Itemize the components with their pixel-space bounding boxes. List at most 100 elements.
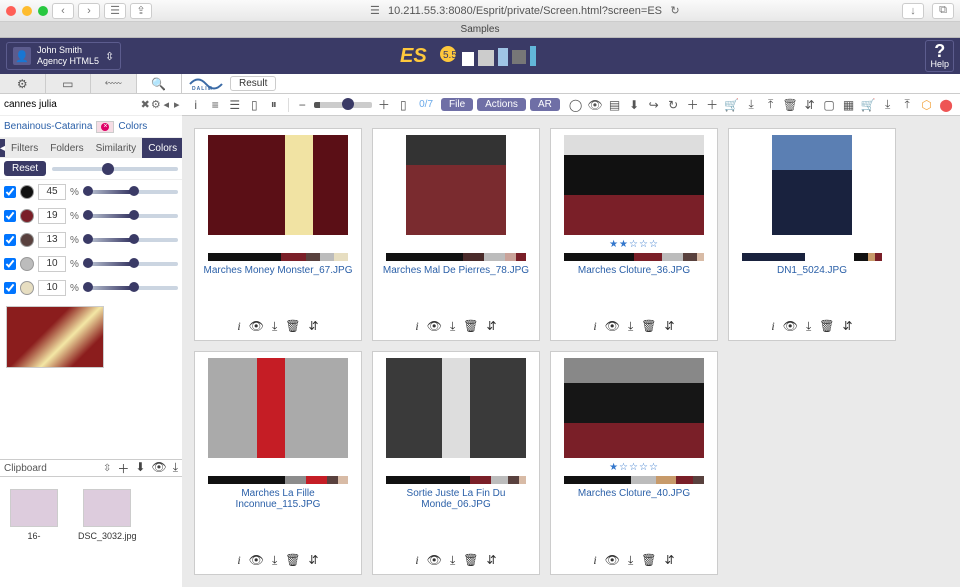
result-card[interactable]: ★★☆☆☆Marches Cloture_36.JPGi👁⤓🗑⇵ (550, 128, 718, 341)
view-icon[interactable]: 👁 (249, 553, 264, 568)
card-thumbnail[interactable] (386, 358, 526, 458)
result-card[interactable]: ★☆☆☆☆Marches Cloture_40.JPGi👁⤓🗑⇵ (550, 351, 718, 575)
delete-icon[interactable]: 🗑 (463, 319, 478, 334)
upload-icon[interactable]: ⤒ (763, 97, 779, 113)
compare-icon[interactable]: ⇵ (665, 319, 675, 334)
color-range-slider[interactable] (83, 238, 178, 242)
export2-icon[interactable]: ⤓ (880, 97, 896, 113)
compare-icon[interactable]: ⇵ (487, 319, 497, 334)
color-filter-chip[interactable]: × (96, 121, 114, 133)
result-card[interactable]: Sortie Juste La Fin Du Monde_06.JPGi👁⤓🗑⇵ (372, 351, 540, 575)
zoom-window-button[interactable] (38, 6, 48, 16)
reset-button[interactable]: Reset (4, 161, 46, 176)
share-button[interactable]: ⇪ (130, 3, 152, 19)
info-icon[interactable]: i (593, 319, 596, 334)
info-icon[interactable]: i (415, 553, 418, 568)
info-icon[interactable]: i (593, 553, 596, 568)
levels-icon[interactable]: ⇵ (802, 97, 818, 113)
download-icon[interactable]: ⤓ (450, 553, 455, 568)
select-all-icon[interactable]: ◯ (568, 97, 584, 113)
delete-icon[interactable]: 🗑 (819, 319, 834, 334)
subtab-filters[interactable]: Filters (5, 138, 44, 158)
card-thumbnail[interactable] (406, 135, 506, 235)
view-icon[interactable]: 👁 (783, 319, 798, 334)
card-filename[interactable]: DN1_5024.JPG (777, 265, 847, 276)
warning-icon[interactable]: ⬡ (919, 97, 935, 113)
clipboard-dropdown-icon[interactable]: ⇳ (103, 463, 111, 474)
new-doc-icon[interactable]: ▯ (396, 97, 412, 113)
color-value-input[interactable]: 19 (38, 208, 66, 224)
tab-link[interactable]: ⬳ (91, 74, 137, 93)
color-swatch-icon[interactable] (20, 233, 34, 247)
tab-settings[interactable]: ⚙ (0, 74, 46, 93)
result-card[interactable]: Marches Money Monster_67.JPGi👁⤓🗑⇵ (194, 128, 362, 341)
card-filename[interactable]: Marches Cloture_36.JPG (578, 265, 690, 276)
clear-search-icon[interactable]: ✖ (140, 97, 151, 113)
color-row-checkbox[interactable] (4, 234, 16, 246)
forward-button[interactable]: › (78, 3, 100, 19)
download-icon[interactable]: ⤓ (628, 319, 633, 334)
color-swatch-icon[interactable] (20, 209, 34, 223)
close-window-button[interactable] (6, 6, 16, 16)
user-chip[interactable]: 👤 John Smith Agency HTML5 ⇳ (6, 42, 121, 70)
compare-icon[interactable]: ⇵ (843, 319, 853, 334)
add2-icon[interactable]: ＋ (704, 97, 720, 113)
tab-search[interactable]: 🔍 (137, 74, 183, 93)
subtab-folders[interactable]: Folders (44, 138, 89, 158)
view-icon[interactable]: 👁 (427, 319, 442, 334)
download-icon[interactable]: ⤓ (628, 553, 633, 568)
color-value-input[interactable]: 13 (38, 232, 66, 248)
color-range-slider[interactable] (83, 214, 178, 218)
upload2-icon[interactable]: ⤒ (899, 97, 915, 113)
color-swatch-icon[interactable] (20, 257, 34, 271)
result-card[interactable]: Marches La Fille Inconnue_115.JPGi👁⤓🗑⇵ (194, 351, 362, 575)
result-card[interactable]: Marches Mal De Pierres_78.JPGi 👁 ⤓ 🗑 ⇵ (372, 128, 540, 341)
prev-icon[interactable]: ◂ (161, 97, 172, 113)
delete-icon[interactable]: 🗑 (641, 319, 656, 334)
delete-icon[interactable]: 🗑 (641, 553, 656, 568)
refresh-icon[interactable]: ↻ (665, 97, 681, 113)
delete-icon[interactable]: 🗑 (285, 553, 300, 568)
info-icon[interactable]: i (237, 319, 240, 334)
card-thumbnail[interactable] (564, 358, 704, 458)
compare-icon[interactable]: ⇵ (309, 319, 319, 334)
clipboard-download-icon[interactable]: ⬇ (135, 460, 145, 477)
download-icon[interactable]: ⤓ (450, 319, 455, 334)
download-icon[interactable]: ⬇ (626, 97, 642, 113)
cart-icon[interactable]: 🛒 (724, 97, 740, 113)
color-value-input[interactable]: 10 (38, 256, 66, 272)
compare-icon[interactable]: ⇵ (309, 553, 319, 568)
view-list-icon[interactable]: ≡ (208, 97, 224, 113)
color-row-checkbox[interactable] (4, 258, 16, 270)
add-icon[interactable]: ＋ (685, 97, 701, 113)
card-filename[interactable]: Sortie Juste La Fin Du Monde_06.JPG (379, 488, 533, 510)
book-icon[interactable]: ▤ (607, 97, 623, 113)
color-swatch-icon[interactable] (20, 185, 34, 199)
download-icon[interactable]: ⤓ (272, 319, 277, 334)
minimize-window-button[interactable] (22, 6, 32, 16)
zoom-slider[interactable] (314, 102, 372, 108)
global-threshold-slider[interactable] (52, 167, 178, 171)
color-row-checkbox[interactable] (4, 186, 16, 198)
rating-stars[interactable]: ★☆☆☆☆ (609, 462, 659, 472)
stop-icon[interactable]: ⬤ (938, 97, 954, 113)
color-swatch-icon[interactable] (20, 281, 34, 295)
rating-stars[interactable]: ★★☆☆☆ (609, 239, 659, 249)
compare-icon[interactable]: ⇵ (665, 553, 675, 568)
info-icon[interactable]: i (415, 319, 418, 334)
result-tab[interactable]: Result (230, 76, 276, 91)
card-thumbnail[interactable] (208, 358, 348, 458)
info-icon[interactable]: i (237, 553, 240, 568)
color-row-checkbox[interactable] (4, 282, 16, 294)
pause-icon[interactable]: ⏸ (266, 97, 282, 113)
clipboard-item[interactable]: 16- (10, 489, 58, 579)
downloads-button[interactable]: ↓ (902, 3, 924, 19)
browser-tab[interactable]: Samples (461, 24, 500, 35)
card-thumbnail[interactable] (772, 135, 852, 235)
clipboard-export-icon[interactable]: ⤓ (173, 460, 178, 477)
export-icon[interactable]: ⤓ (743, 97, 759, 113)
help-button[interactable]: ? Help (925, 40, 954, 72)
card-thumbnail[interactable] (564, 135, 704, 235)
search-settings-icon[interactable]: ⚙ (151, 97, 162, 113)
card-filename[interactable]: Marches Mal De Pierres_78.JPG (383, 265, 529, 276)
